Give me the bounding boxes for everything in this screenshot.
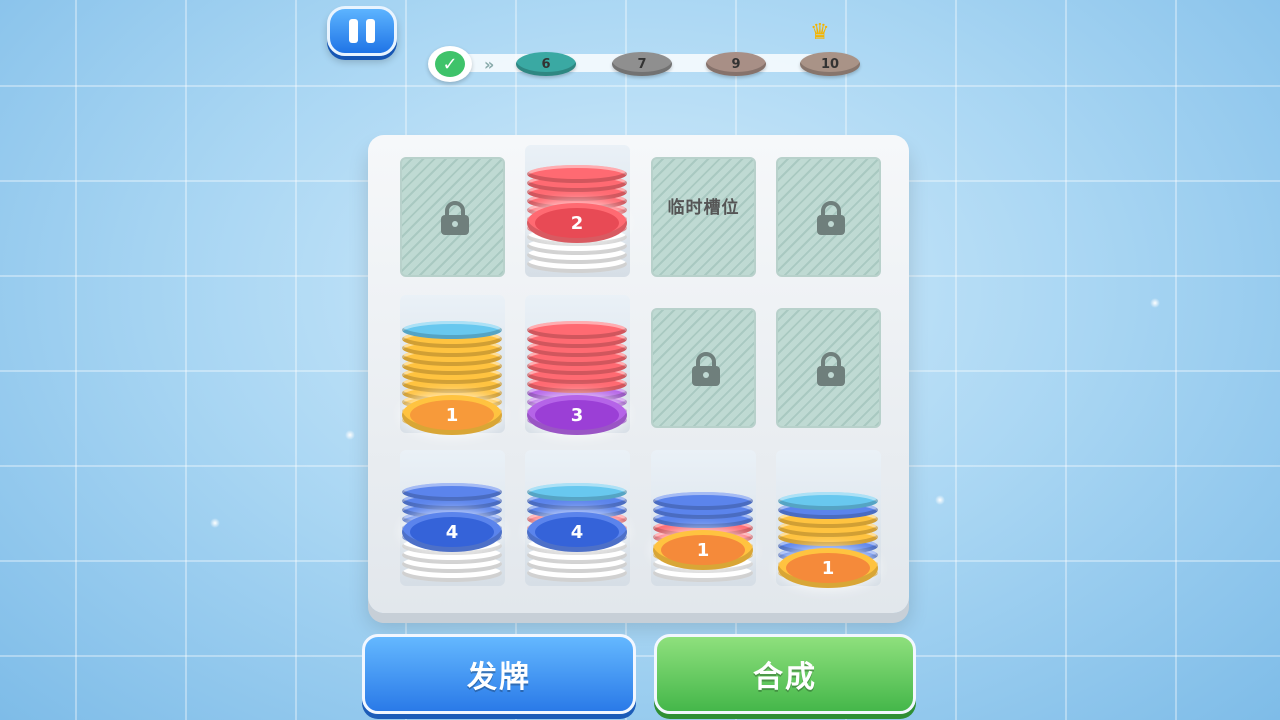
level-number: 7 [637,56,647,72]
coin-stack[interactable]: 1 [651,450,756,586]
deal-button[interactable]: 发牌 [362,634,636,714]
stack-count-label: 1 [410,400,494,430]
locked-slot[interactable] [776,308,881,428]
stack-top-coin: 1 [653,530,753,570]
sparkle [210,518,220,528]
coin [527,321,627,339]
level-chip: 6 [516,52,576,76]
stack-top-coin: 3 [527,395,627,435]
lock-icon [692,352,720,386]
pause-icon-bar [366,19,375,43]
coin-stack[interactable]: 1 [400,295,505,435]
locked-slot[interactable] [400,157,505,277]
level-number: 6 [541,56,551,72]
coin-stack[interactable]: 3 [525,295,630,435]
pause-icon [349,19,358,43]
merge-button[interactable]: 合成 [654,634,916,714]
stack-top-coin: 4 [527,512,627,552]
stack-count-label: 3 [535,400,619,430]
check-icon: ✓ [435,51,465,77]
coin [402,321,502,339]
stack-count-label: 2 [535,208,619,238]
level-chip: 9 [706,52,766,76]
lock-icon [441,201,469,235]
temp-slot-label: 临时槽位 [667,198,740,218]
pause-button[interactable] [327,6,397,56]
stack-count-label: 1 [661,535,745,565]
coin [402,483,502,501]
stack-top-coin: 4 [402,512,502,552]
coin-stack[interactable]: 2 [525,145,630,277]
double-chevron-icon: » [484,55,495,74]
stack-top-coin: 1 [778,548,878,588]
stack-count-label: 1 [786,553,870,583]
stack-top-coin: 2 [527,203,627,243]
crown-icon: ♛ [810,20,830,45]
completed-level-badge: ✓ [428,46,472,82]
locked-slot[interactable] [776,157,881,277]
coin [527,483,627,501]
sparkle [935,495,945,505]
locked-slot[interactable] [651,308,756,428]
level-number: 10 [820,56,840,72]
lock-icon [817,201,845,235]
coin [653,492,753,510]
coin [527,165,627,183]
level-chip: 7 [612,52,672,76]
sparkle [1150,298,1160,308]
coin [778,492,878,510]
temp-slot[interactable]: 临时槽位 [651,157,756,277]
stack-count-label: 4 [535,517,619,547]
coin-stack[interactable]: 4 [400,450,505,586]
level-number: 9 [731,56,741,72]
stack-top-coin: 1 [402,395,502,435]
sparkle [345,430,355,440]
game-board: 2 临时槽位 1 3 4 4 1 1 [368,135,909,613]
coin-stack[interactable]: 4 [525,450,630,586]
coin-stack[interactable]: 1 [776,450,881,588]
stack-count-label: 4 [410,517,494,547]
level-chip: 10 [800,52,860,76]
lock-icon [817,352,845,386]
